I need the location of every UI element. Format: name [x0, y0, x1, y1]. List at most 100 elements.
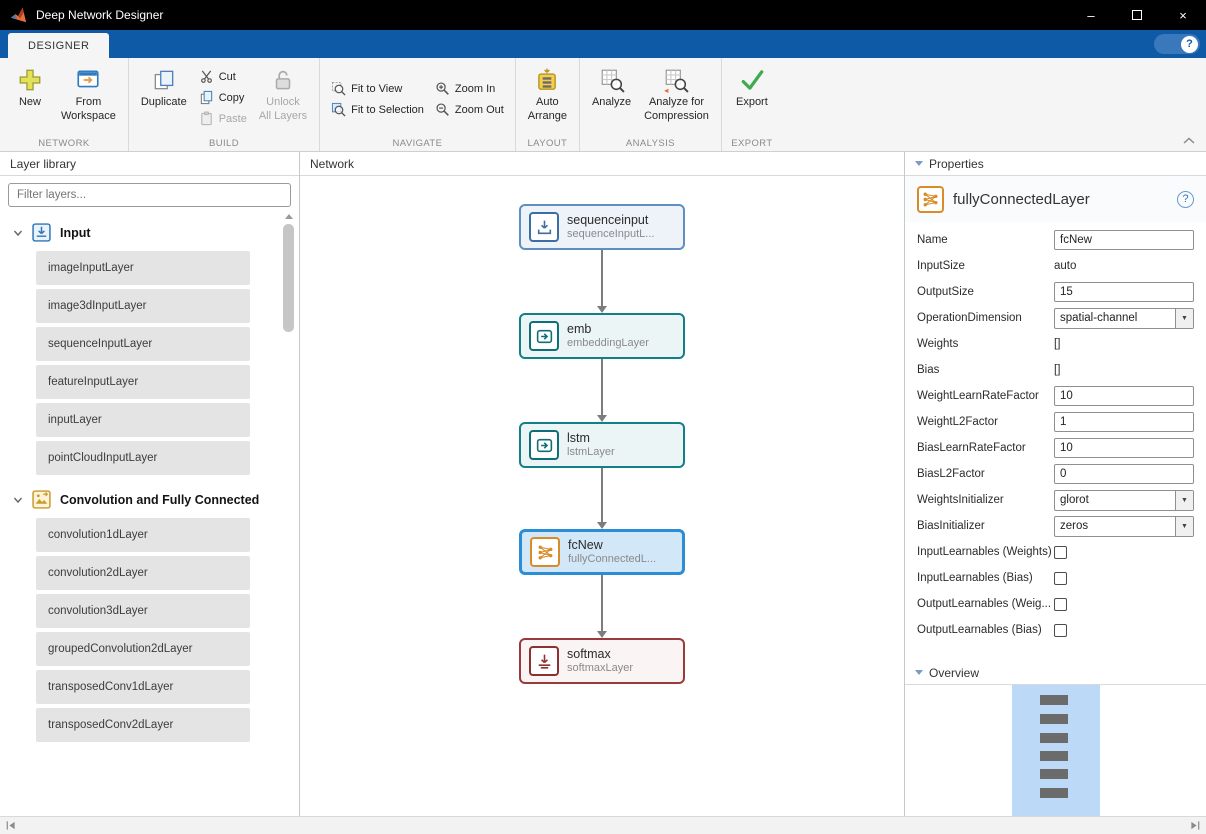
group-label-layout: LAYOUT: [516, 138, 579, 149]
collapse-right-panel-icon[interactable]: [1190, 820, 1201, 831]
input-section-icon: [32, 223, 51, 242]
toolstrip: New From Workspace NETWORK Duplicate: [0, 58, 1206, 152]
properties-header[interactable]: Properties: [905, 152, 1206, 176]
node-emb[interactable]: emb embeddingLayer: [519, 313, 685, 359]
property-row: InputSize auto: [917, 253, 1194, 279]
overview-header[interactable]: Overview: [905, 661, 1206, 685]
property-row: InputLearnables (Bias): [917, 565, 1194, 591]
layer-item[interactable]: sequenceInputLayer: [36, 327, 250, 361]
from-workspace-button[interactable]: From Workspace: [56, 62, 121, 136]
weight-l2-factor-field[interactable]: [1054, 412, 1194, 432]
weight-learn-rate-factor-field[interactable]: [1054, 386, 1194, 406]
bias-learn-rate-factor-field[interactable]: [1054, 438, 1194, 458]
toolbar-empty-area: [782, 58, 1206, 151]
maximize-icon: [1132, 10, 1142, 20]
group-build: Duplicate Cut Copy: [128, 58, 319, 151]
outputsize-field[interactable]: [1054, 282, 1194, 302]
group-label-analysis: ANALYSIS: [580, 138, 721, 149]
ribbon-tab-strip: DESIGNER ?: [0, 30, 1206, 58]
layer-item[interactable]: inputLayer: [36, 403, 250, 437]
scrollbar-up-arrow-icon: [285, 214, 293, 219]
property-row: Weights []: [917, 331, 1194, 357]
property-row: Name: [917, 227, 1194, 253]
section-input[interactable]: Input: [0, 212, 299, 251]
output-learnables-weights-checkbox[interactable]: [1054, 598, 1067, 611]
tab-designer[interactable]: DESIGNER: [8, 33, 109, 58]
layer-item[interactable]: pointCloudInputLayer: [36, 441, 250, 475]
dropdown-arrow-icon: ▼: [1175, 491, 1193, 510]
collapse-triangle-icon: [915, 161, 923, 166]
export-button[interactable]: Export: [729, 62, 775, 136]
analyze-button[interactable]: Analyze: [587, 62, 636, 136]
layer-item[interactable]: convolution2dLayer: [36, 556, 250, 590]
output-learnables-bias-checkbox[interactable]: [1054, 624, 1067, 637]
input-learnables-weights-checkbox[interactable]: [1054, 546, 1067, 559]
minimize-button[interactable]: –: [1068, 0, 1114, 30]
property-row: OutputLearnables (Bias): [917, 617, 1194, 643]
layer-help-button[interactable]: ?: [1177, 191, 1194, 208]
from-workspace-icon: [75, 67, 101, 93]
auto-arrange-button[interactable]: Auto Arrange: [523, 62, 572, 136]
maximize-button[interactable]: [1114, 0, 1160, 30]
edge-connector: [601, 575, 603, 631]
bias-initializer-select[interactable]: zeros ▼: [1054, 516, 1194, 537]
minimap-node-bar: [1040, 788, 1068, 798]
unlock-icon: [270, 67, 296, 93]
export-icon: [739, 67, 765, 93]
zoom-out-button[interactable]: Zoom Out: [431, 101, 508, 118]
minimap-node-bar: [1040, 714, 1068, 724]
name-field[interactable]: [1054, 230, 1194, 250]
lstm-layer-icon: [529, 430, 559, 460]
duplicate-button[interactable]: Duplicate: [136, 62, 192, 136]
node-lstm[interactable]: lstm lstmLayer: [519, 422, 685, 468]
fit-to-selection-button[interactable]: Fit to Selection: [327, 101, 428, 118]
library-scrollbar[interactable]: [283, 214, 294, 810]
input-learnables-bias-checkbox[interactable]: [1054, 572, 1067, 585]
property-row: Bias []: [917, 357, 1194, 383]
selected-layer-title: fullyConnectedLayer: [953, 191, 1090, 208]
layer-item[interactable]: image3dInputLayer: [36, 289, 250, 323]
collapse-toolstrip-icon[interactable]: [1182, 136, 1196, 145]
unlock-all-layers-button[interactable]: Unlock All Layers: [254, 62, 312, 136]
layer-item[interactable]: convolution3dLayer: [36, 594, 250, 628]
library-scrollbar-thumb[interactable]: [283, 224, 294, 332]
layer-item[interactable]: convolution1dLayer: [36, 518, 250, 552]
property-row: BiasLearnRateFactor: [917, 435, 1194, 461]
node-sequenceinput[interactable]: sequenceinput sequenceInputL...: [519, 204, 685, 250]
fit-to-view-button[interactable]: Fit to View: [327, 80, 428, 97]
layer-item[interactable]: imageInputLayer: [36, 251, 250, 285]
bias-value: []: [1054, 364, 1060, 376]
layer-item[interactable]: transposedConv1dLayer: [36, 670, 250, 704]
property-row: BiasL2Factor: [917, 461, 1194, 487]
zoom-in-button[interactable]: Zoom In: [431, 80, 508, 97]
group-analysis: Analyze Analyze for Compression ANALYSIS: [579, 58, 721, 151]
zoom-in-icon: [435, 81, 450, 96]
fully-connected-layer-icon: [917, 186, 944, 213]
layer-library-header: Layer library: [0, 152, 299, 176]
filter-layers-input[interactable]: [8, 183, 291, 207]
analyze-compression-button[interactable]: Analyze for Compression: [639, 62, 714, 136]
property-row: InputLearnables (Weights): [917, 539, 1194, 565]
cut-button[interactable]: Cut: [195, 68, 251, 85]
paste-button[interactable]: Paste: [195, 110, 251, 127]
node-fcnew[interactable]: fcNew fullyConnectedL...: [519, 529, 685, 575]
network-canvas[interactable]: sequenceinput sequenceInputL... emb embe…: [300, 176, 904, 816]
layer-item[interactable]: transposedConv2dLayer: [36, 708, 250, 742]
status-bar: [0, 816, 1206, 834]
node-softmax[interactable]: softmax softmaxLayer: [519, 638, 685, 684]
help-button[interactable]: ?: [1154, 34, 1200, 54]
weights-initializer-select[interactable]: glorot ▼: [1054, 490, 1194, 511]
new-button[interactable]: New: [7, 62, 53, 136]
minimize-icon: –: [1087, 8, 1094, 23]
duplicate-icon: [151, 67, 177, 93]
minimap-node-bar: [1040, 695, 1068, 705]
collapse-left-panel-icon[interactable]: [5, 820, 16, 831]
operation-dimension-select[interactable]: spatial-channel ▼: [1054, 308, 1194, 329]
section-convolution[interactable]: Convolution and Fully Connected: [0, 479, 299, 518]
copy-button[interactable]: Copy: [195, 89, 251, 106]
layer-item[interactable]: featureInputLayer: [36, 365, 250, 399]
close-button[interactable]: ×: [1160, 0, 1206, 30]
layer-item[interactable]: groupedConvolution2dLayer: [36, 632, 250, 666]
bias-l2-factor-field[interactable]: [1054, 464, 1194, 484]
convolution-section-icon: [32, 490, 51, 509]
